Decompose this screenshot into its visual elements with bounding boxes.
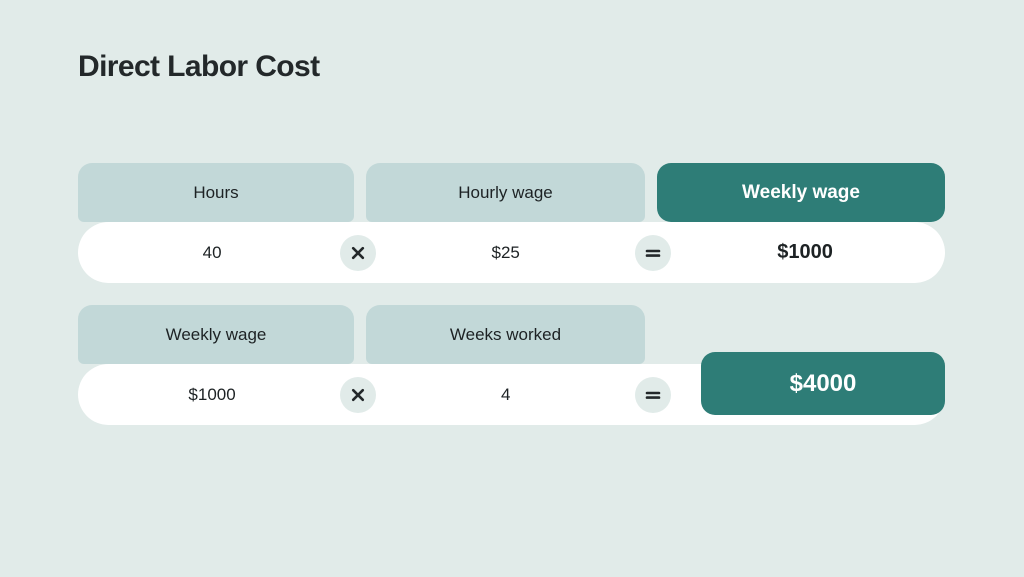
value-hourly-wage: $25: [491, 242, 520, 262]
header-cell-hours: Hours: [78, 163, 354, 222]
value-weeks-worked: 4: [500, 384, 511, 404]
value-hours: 40: [202, 242, 222, 262]
formula-row-direct-labor-cost: Weekly wage Weeks worked $1000 4 $4000: [78, 305, 945, 425]
value-weekly-wage: $1000: [777, 241, 833, 263]
formula-row-weekly-wage: Hours Hourly wage Weekly wage 40 $25 $10…: [78, 163, 945, 283]
header-cell-weekly-wage: Weekly wage: [657, 163, 945, 222]
header-cell-hourly-wage: Hourly wage: [366, 163, 645, 222]
header-cell-weekly-wage: Weekly wage: [78, 305, 354, 364]
direct-labor-cost-infographic: Direct Labor Cost Hours Hourly wage Week…: [0, 0, 1024, 577]
header-cell-weeks-worked: Weeks worked: [366, 305, 645, 364]
value-pill: 40 $25 $1000: [78, 222, 945, 283]
value-weekly-wage: $1000: [188, 384, 236, 404]
result-card-direct-labor-cost: $4000: [701, 352, 945, 415]
header-band: Hours Hourly wage Weekly wage: [78, 163, 945, 222]
page-title: Direct Labor Cost: [78, 50, 320, 83]
